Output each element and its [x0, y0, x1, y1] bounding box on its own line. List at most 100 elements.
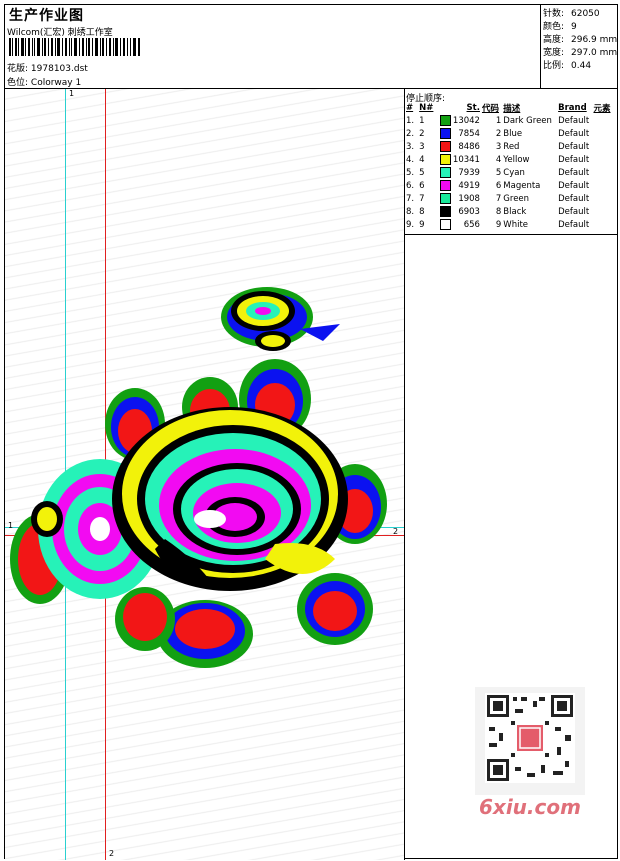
row-needle: 9 [419, 219, 425, 230]
row-code: 3 [495, 141, 502, 152]
page-title: 生产作业图 [9, 8, 84, 24]
row-swatch-cell [439, 140, 452, 153]
row-brand: Default [558, 180, 590, 191]
embroidery-design [10, 287, 387, 668]
row-description: Red [503, 141, 520, 152]
row-brand: Default [558, 115, 590, 126]
row-swatch-cell [439, 153, 452, 166]
row-needle: 8 [419, 206, 425, 217]
row-code: 1 [495, 115, 502, 126]
row-swatch-cell [439, 205, 452, 218]
worksheet-frame: 生产作业图 Wilcom(汇宏) 刺绣工作室 花版: 1978103.dst 色… [4, 4, 618, 860]
design-canvas: 1 2 1 2 [5, 89, 405, 860]
color-row: 5. 5 7939 5 Cyan Default [405, 166, 617, 179]
row-element [592, 127, 617, 140]
row-swatch-cell [439, 192, 452, 205]
qr-logo-stamp [517, 725, 543, 751]
row-stitches: 10341 [452, 154, 480, 165]
color-swatch [439, 180, 451, 191]
row-description: Green [503, 193, 530, 204]
color-swatch [439, 219, 451, 230]
row-stitches: 656 [463, 219, 480, 230]
color-swatch [439, 167, 451, 178]
row-stitches: 4919 [458, 180, 480, 191]
qr-code [475, 687, 585, 795]
studio-name: Wilcom(汇宏) 刺绣工作室 [7, 28, 113, 38]
col-n: N# [419, 103, 434, 113]
row-number: 8. [406, 206, 415, 217]
stats-panel: 针数: 62050 颜色: 9 高度: 296.9 mm 宽度: 297.0 mm 比例… [541, 5, 617, 89]
row-needle: 1 [419, 115, 425, 126]
color-row: 7. 7 1908 7 Green Default [405, 192, 617, 205]
main-peony [112, 407, 348, 591]
row-brand: Default [558, 141, 590, 152]
colorway-value: Colorway 1 [30, 78, 82, 88]
row-element [592, 192, 617, 205]
row-description: White [503, 219, 529, 230]
header-info: 生产作业图 Wilcom(汇宏) 刺绣工作室 花版: 1978103.dst 色… [5, 5, 541, 89]
row-needle: 5 [419, 167, 425, 178]
color-swatch [439, 193, 451, 204]
design-line: 花版: 1978103.dst [7, 61, 88, 74]
row-code: 8 [495, 206, 502, 217]
stat-stitches: 针数: 62050 [543, 9, 600, 19]
col-element: 元素 [593, 104, 611, 114]
color-row: 3. 3 8486 3 Red Default [405, 140, 617, 153]
row-element [592, 179, 617, 192]
design-value: 1978103.dst [30, 64, 88, 74]
row-stitches: 13042 [452, 115, 480, 126]
row-element [592, 114, 617, 127]
row-number: 3. [406, 141, 415, 152]
row-brand: Default [558, 193, 590, 204]
row-code: 4 [495, 154, 502, 165]
col-code: 代码 [481, 104, 499, 114]
color-row: 1. 1 13042 1 Dark Green Default [405, 114, 617, 127]
stat-colors: 颜色: 9 [543, 22, 577, 32]
color-swatch [439, 206, 451, 217]
barcode [9, 38, 140, 56]
row-number: 7. [406, 193, 415, 204]
row-needle: 2 [419, 128, 425, 139]
colorway-line: 色位: Colorway 1 [7, 75, 81, 88]
stat-height: 高度: 296.9 mm [543, 35, 618, 45]
color-row: 2. 2 7854 2 Blue Default [405, 127, 617, 140]
color-row: 6. 6 4919 6 Magenta Default [405, 179, 617, 192]
row-description: Dark Green [503, 115, 552, 126]
row-description: Blue [503, 128, 523, 139]
row-swatch-cell [439, 114, 452, 127]
color-row: 9. 9 656 9 White Default [405, 218, 617, 231]
row-swatch-cell [439, 166, 452, 179]
row-stitches: 8486 [458, 141, 480, 152]
row-needle: 6 [419, 180, 425, 191]
color-swatch [439, 154, 451, 165]
colorway-label: 色位: [7, 78, 29, 88]
color-row: 8. 8 6903 8 Black Default [405, 205, 617, 218]
row-element [592, 153, 617, 166]
row-needle: 4 [419, 154, 425, 165]
row-stitches: 6903 [458, 206, 480, 217]
row-needle: 3 [419, 141, 425, 152]
stat-scale: 比例: 0.44 [543, 61, 592, 71]
row-element [592, 218, 617, 231]
color-swatch [439, 141, 451, 152]
watermark-logo: 6xiu.com [479, 795, 581, 819]
col-num: # [406, 103, 414, 113]
row-code: 2 [495, 128, 502, 139]
row-stitches: 7939 [458, 167, 480, 178]
row-element [592, 166, 617, 179]
row-description: Yellow [503, 154, 530, 165]
row-code: 5 [495, 167, 502, 178]
row-brand: Default [558, 219, 590, 230]
row-brand: Default [558, 154, 590, 165]
row-code: 9 [495, 219, 502, 230]
color-table-header: # N# St. 代码 描述 Brand 元素 [405, 102, 617, 114]
row-number: 9. [406, 219, 415, 230]
row-description: Black [503, 206, 527, 217]
row-description: Cyan [503, 167, 525, 178]
qr-code-graphic [485, 693, 575, 783]
butterfly-motif [221, 287, 340, 351]
row-brand: Default [558, 167, 590, 178]
design-label: 花版: [7, 64, 29, 74]
row-number: 6. [406, 180, 415, 191]
col-stitches: St. [466, 103, 480, 113]
